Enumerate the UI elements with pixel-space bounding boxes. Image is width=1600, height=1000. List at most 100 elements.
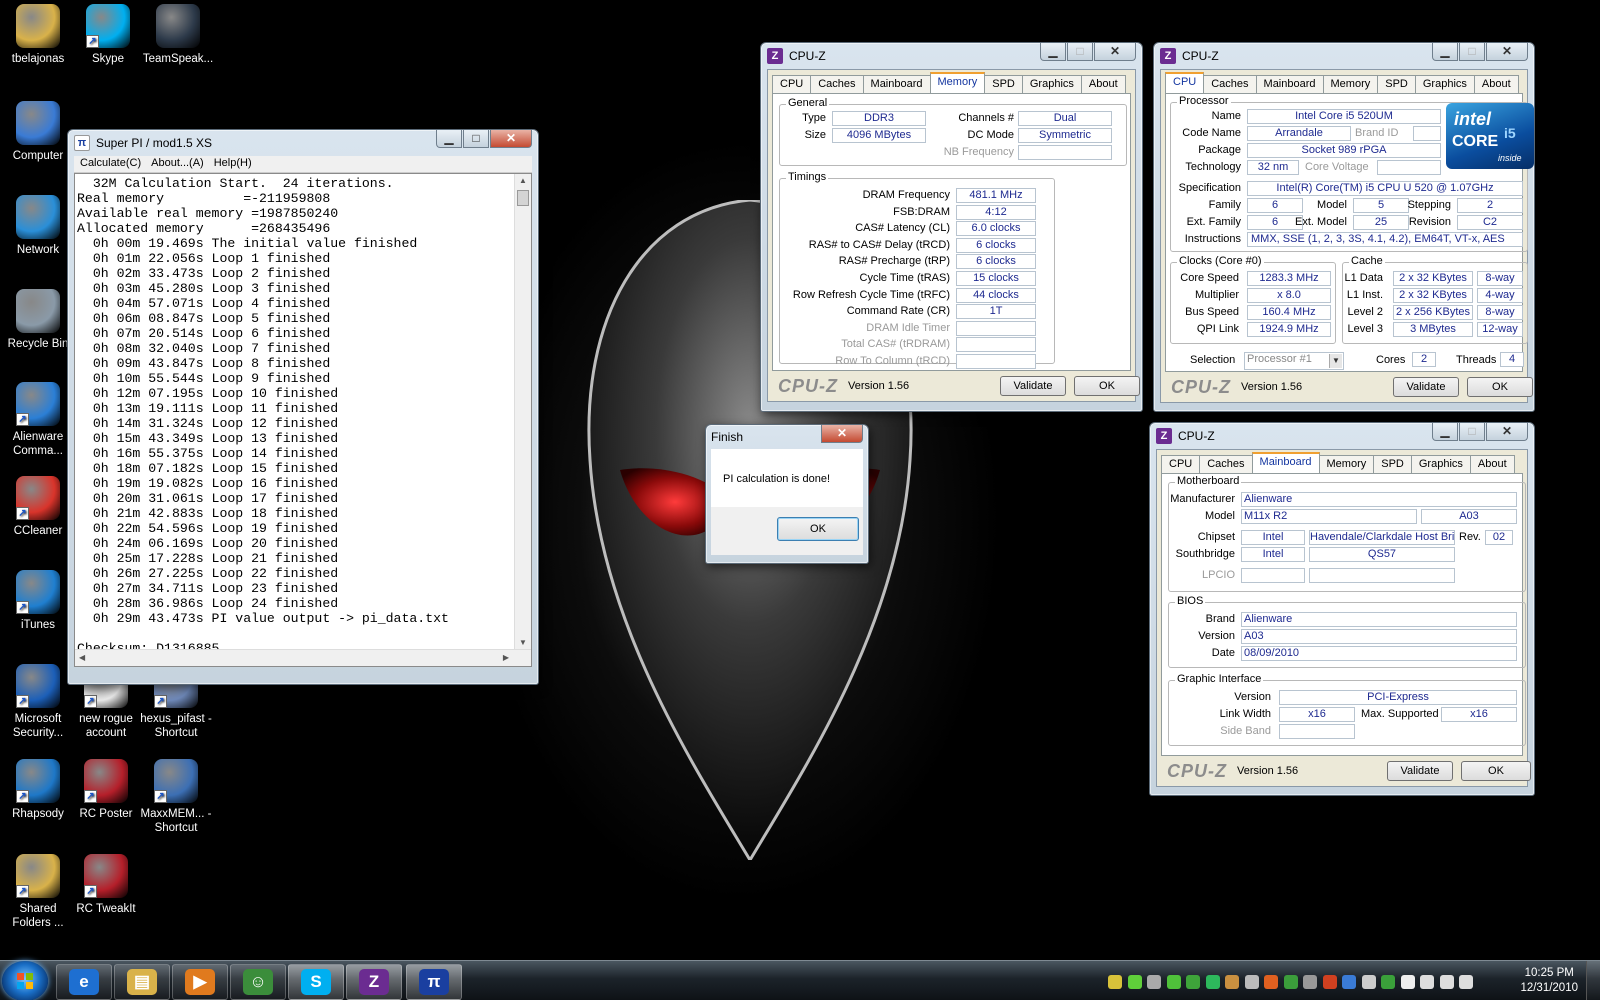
desktop-icon[interactable]: ↗ Shared Folders ... — [0, 854, 76, 930]
finish-dialog[interactable]: Finish ✕ PI calculation is done! OK — [705, 424, 869, 564]
show-desktop-button[interactable] — [1586, 961, 1600, 1000]
superpi-titlebar[interactable]: π Super PI / mod1.5 XS ▁ □ ✕ — [74, 130, 532, 156]
desktop-icon[interactable]: ↗ Microsoft Security... — [0, 664, 76, 740]
tab-spd[interactable]: SPD — [1377, 75, 1416, 93]
tab-about[interactable]: About — [1469, 455, 1515, 473]
speaker-alert-icon[interactable] — [1322, 975, 1337, 989]
maximize-button[interactable]: □ — [1067, 43, 1093, 61]
tab-cpu[interactable]: CPU — [772, 75, 812, 93]
wifi-icon[interactable] — [1459, 975, 1473, 989]
usb-icon[interactable] — [1303, 975, 1317, 989]
desktop-icon[interactable]: ↗ CCleaner — [0, 476, 76, 538]
tab-memory[interactable]: Memory — [929, 72, 986, 93]
cpuz-titlebar[interactable]: Z CPU-Z ▁ □ ✕ — [767, 43, 1136, 69]
desktop-icon[interactable]: Network — [0, 195, 76, 257]
desktop-icon[interactable]: Recycle Bin — [0, 289, 76, 351]
scroll-up-icon[interactable]: ▲ — [519, 176, 527, 185]
desktop-icon[interactable]: tbelajonas — [0, 4, 76, 66]
tab-cpu[interactable]: CPU — [1161, 455, 1201, 473]
ok-button[interactable]: OK — [777, 517, 859, 541]
monitor-icon[interactable] — [1244, 975, 1259, 989]
desktop-icon[interactable]: ↗ MaxxMEM... - Shortcut — [138, 759, 214, 835]
cpuz-mainboard-window[interactable]: Z CPU-Z ▁ □ ✕ CPU Caches Mainboard Memor… — [1149, 422, 1535, 796]
close-button[interactable]: ✕ — [1094, 43, 1136, 61]
validate-button[interactable]: Validate — [1000, 376, 1066, 396]
tab-memory[interactable]: Memory — [1322, 75, 1379, 93]
start-button[interactable] — [2, 961, 48, 1000]
tab-mainboard[interactable]: Mainboard — [1255, 75, 1324, 93]
printer-icon[interactable] — [1147, 975, 1161, 989]
tab-graphics[interactable]: Graphics — [1414, 75, 1475, 93]
taskbar-button[interactable]: ▶ — [172, 964, 228, 1000]
scroll-thumb[interactable] — [517, 190, 529, 206]
menu-calculate[interactable]: Calculate(C) — [80, 157, 141, 171]
maximize-button[interactable]: □ — [1459, 43, 1485, 61]
security-icon[interactable] — [1186, 975, 1200, 989]
minimize-button[interactable]: ▁ — [436, 130, 462, 148]
taskbar-button[interactable]: S — [288, 964, 344, 1000]
vertical-scrollbar[interactable]: ▲ ▼ — [514, 174, 531, 649]
menu-about[interactable]: About...(A) — [151, 157, 204, 171]
signal-icon[interactable] — [1420, 975, 1434, 989]
sync-icon[interactable] — [1108, 975, 1122, 989]
network-adapter-icon[interactable] — [1205, 975, 1220, 989]
minimize-button[interactable]: ▁ — [1040, 43, 1066, 61]
messenger-tray-icon[interactable] — [1127, 975, 1142, 989]
close-button[interactable]: ✕ — [1486, 423, 1528, 441]
battery-icon[interactable] — [1400, 975, 1415, 989]
taskbar-button[interactable]: e — [56, 964, 112, 1000]
bluetooth-icon[interactable] — [1342, 975, 1356, 989]
taskbar-button[interactable]: Z — [346, 964, 402, 1000]
ok-button[interactable]: OK — [1074, 376, 1140, 396]
flag-icon[interactable] — [1264, 975, 1278, 989]
ok-button[interactable]: OK — [1467, 377, 1533, 397]
desktop-icon[interactable]: TeamSpeak... — [140, 4, 216, 66]
maximize-button[interactable]: □ — [463, 130, 489, 148]
validate-button[interactable]: Validate — [1387, 761, 1453, 781]
horizontal-scrollbar[interactable]: ◀ ▶ — [75, 649, 531, 666]
desktop-icon[interactable]: ↗ Rhapsody — [0, 759, 76, 821]
tab-caches[interactable]: Caches — [810, 75, 864, 93]
desktop-icon[interactable]: ↗ RC TweakIt — [68, 854, 144, 916]
menu-help[interactable]: Help(H) — [214, 157, 252, 171]
desktop-icon[interactable]: Computer — [0, 101, 76, 163]
tab-cpu[interactable]: CPU — [1165, 72, 1205, 93]
ok-button[interactable]: OK — [1461, 761, 1531, 781]
desktop-icon[interactable]: ↗ Skype — [70, 4, 146, 66]
processor-select[interactable]: Processor #1 ▼ — [1244, 352, 1344, 370]
close-button[interactable]: ✕ — [821, 425, 863, 443]
device-icon[interactable] — [1361, 975, 1376, 989]
tab-caches[interactable]: Caches — [1203, 75, 1257, 93]
tab-mainboard[interactable]: Mainboard — [1251, 452, 1320, 473]
tab-caches[interactable]: Caches — [1199, 455, 1253, 473]
minimize-button[interactable]: ▁ — [1432, 423, 1458, 441]
clock[interactable]: 10:25 PM 12/31/2010 — [1520, 966, 1578, 996]
cpuz-titlebar[interactable]: Z CPU-Z ▁ □ ✕ — [1160, 43, 1528, 69]
taskbar-button[interactable]: ▤ — [114, 964, 170, 1000]
desktop-icon[interactable]: ↗ Alienware Comma... — [0, 382, 76, 458]
tab-about[interactable]: About — [1473, 75, 1519, 93]
minimize-button[interactable]: ▁ — [1432, 43, 1458, 61]
scroll-down-icon[interactable]: ▼ — [519, 638, 527, 647]
volume-icon[interactable] — [1439, 975, 1454, 989]
cpuz-cpu-window[interactable]: Z CPU-Z ▁ □ ✕ CPU Caches Mainboard Memor… — [1153, 42, 1535, 412]
desktop-icon[interactable]: ↗ RC Poster — [68, 759, 144, 821]
tab-mainboard[interactable]: Mainboard — [862, 75, 931, 93]
validate-button[interactable]: Validate — [1393, 377, 1459, 397]
tab-graphics[interactable]: Graphics — [1021, 75, 1082, 93]
dialog-titlebar[interactable]: Finish ✕ — [711, 425, 863, 449]
cpuz-titlebar[interactable]: Z CPU-Z ▁ □ ✕ — [1156, 423, 1528, 449]
cpuz-memory-window[interactable]: Z CPU-Z ▁ □ ✕ CPU Caches Mainboard Memor… — [760, 42, 1143, 412]
scroll-left-icon[interactable]: ◀ — [79, 653, 85, 662]
tab-spd[interactable]: SPD — [984, 75, 1023, 93]
task-icon[interactable] — [1225, 975, 1239, 989]
tab-graphics[interactable]: Graphics — [1410, 455, 1471, 473]
close-button[interactable]: ✕ — [490, 130, 532, 148]
tab-spd[interactable]: SPD — [1373, 455, 1412, 473]
tab-about[interactable]: About — [1080, 75, 1126, 93]
desktop-icon[interactable]: ↗ iTunes — [0, 570, 76, 632]
update-icon[interactable] — [1166, 975, 1181, 989]
close-button[interactable]: ✕ — [1486, 43, 1528, 61]
power-icon[interactable] — [1283, 975, 1298, 989]
maximize-button[interactable]: □ — [1459, 423, 1485, 441]
